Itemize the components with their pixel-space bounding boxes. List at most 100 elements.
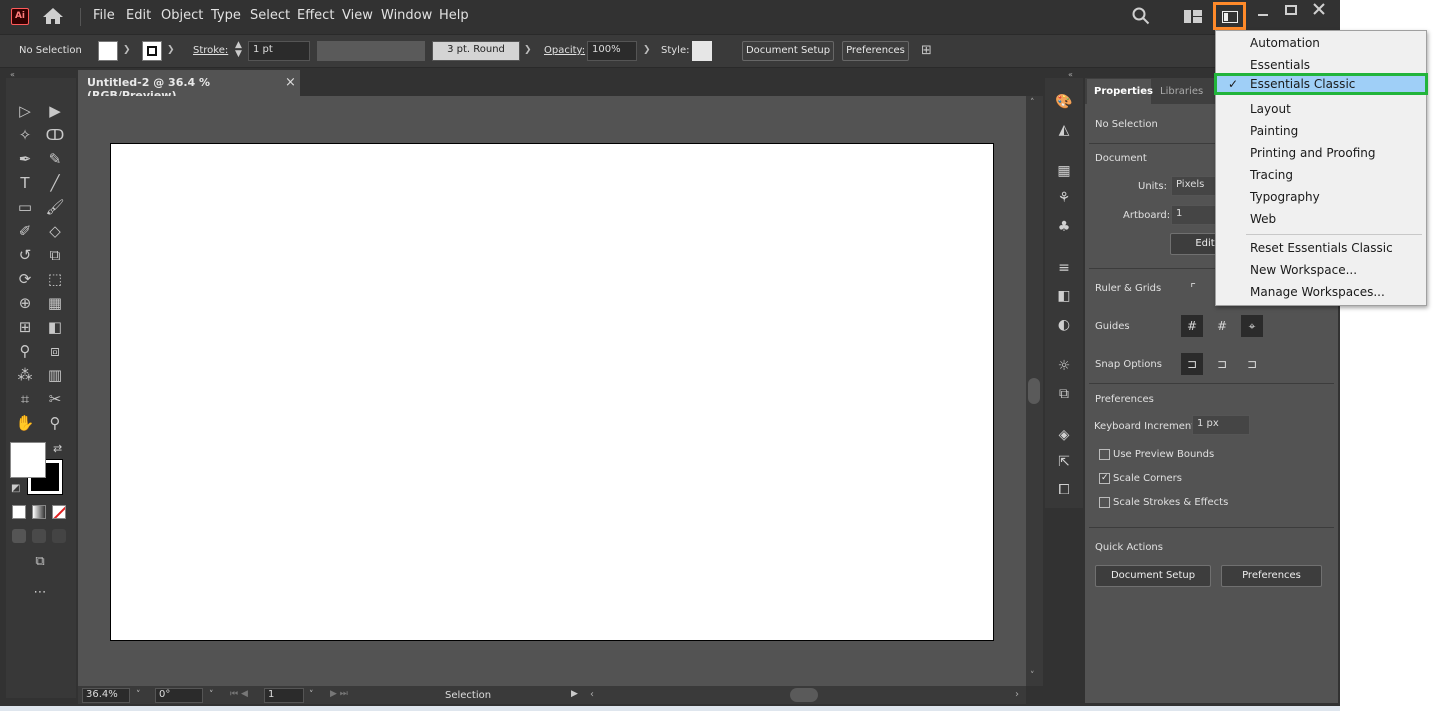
appearance-icon[interactable]: ☼ <box>1053 356 1075 376</box>
menu-effect[interactable]: Effect <box>297 8 334 23</box>
hand-tool-icon[interactable]: ✋ <box>14 412 36 434</box>
show-guides-icon[interactable]: # <box>1181 315 1203 337</box>
transparency-icon[interactable]: ◐ <box>1053 315 1075 335</box>
column-graph-tool-icon[interactable]: ▥ <box>44 364 66 386</box>
fill-color-front[interactable] <box>10 442 46 478</box>
asset-export-icon[interactable]: ⇱ <box>1053 452 1075 472</box>
scroll-down-icon[interactable]: ˅ <box>1030 671 1035 681</box>
workspace-item-web[interactable]: Web <box>1216 208 1426 230</box>
snap-to-glyph-icon[interactable]: ⊐ <box>1241 353 1263 375</box>
screen-mode-icon[interactable]: ⧉ <box>29 551 51 573</box>
edit-toolbar-icon[interactable]: ⋯ <box>29 582 51 604</box>
workspace-switcher-button[interactable] <box>1213 2 1246 30</box>
horizontal-scroll-thumb[interactable] <box>790 688 818 702</box>
workspace-item-printing[interactable]: Printing and Proofing <box>1216 142 1426 164</box>
chevron-down-icon[interactable]: ˅ <box>309 690 314 700</box>
menu-object[interactable]: Object <box>161 8 203 23</box>
type-tool-icon[interactable]: T <box>14 172 36 194</box>
quick-preferences-button[interactable]: Preferences <box>1221 565 1322 587</box>
vertical-scrollbar[interactable]: ˄ ˅ <box>1026 96 1043 686</box>
paintbrush-tool-icon[interactable]: 🖌 <box>44 196 66 218</box>
current-tool-status[interactable]: Selection <box>445 690 491 701</box>
chevron-down-icon[interactable]: ˅ <box>209 690 214 700</box>
scroll-up-icon[interactable]: ˄ <box>1030 98 1035 108</box>
artboard-number-field[interactable]: 1 <box>264 688 304 703</box>
opacity-field[interactable]: 100% <box>587 41 637 61</box>
gradient-panel-icon[interactable]: ◧ <box>1053 286 1075 306</box>
artboards-panel-icon[interactable]: ⧠ <box>1053 480 1075 500</box>
artboard[interactable] <box>110 143 994 641</box>
rotation-field[interactable]: 0° <box>155 688 203 703</box>
menu-edit[interactable]: Edit <box>126 8 151 23</box>
curvature-tool-icon[interactable]: ✎ <box>44 148 66 170</box>
smart-guides-icon[interactable]: ⌖ <box>1241 315 1263 337</box>
selection-tool-icon[interactable]: ▷ <box>14 100 36 122</box>
menu-view[interactable]: View <box>342 8 373 23</box>
tab-libraries[interactable]: Libraries <box>1160 86 1203 97</box>
workspace-item-typography[interactable]: Typography <box>1216 186 1426 208</box>
direct-selection-tool-icon[interactable]: ▶ <box>44 100 66 122</box>
status-menu-icon[interactable]: ▶ <box>571 689 578 699</box>
document-setup-button[interactable]: Document Setup <box>742 41 834 61</box>
scroll-thumb[interactable] <box>1028 378 1040 404</box>
quick-document-setup-button[interactable]: Document Setup <box>1095 565 1211 587</box>
zoom-tool-icon[interactable]: ⚲ <box>44 412 66 434</box>
tab-properties[interactable]: Properties <box>1094 86 1153 97</box>
lock-guides-icon[interactable]: # <box>1211 315 1233 337</box>
zoom-field[interactable]: 36.4% <box>82 688 130 703</box>
minimize-icon[interactable] <box>1257 9 1269 21</box>
artboard-tool-icon[interactable]: ⌗ <box>14 388 36 410</box>
pen-tool-icon[interactable]: ✒ <box>14 148 36 170</box>
snap-to-pixel-icon[interactable]: ⊐ <box>1211 353 1233 375</box>
draw-inside-icon[interactable] <box>52 529 66 543</box>
home-icon[interactable] <box>42 7 64 25</box>
manage-workspaces-item[interactable]: Manage Workspaces... <box>1216 281 1426 303</box>
stroke-panel-icon[interactable]: ≡ <box>1053 258 1075 278</box>
keyboard-increment-field[interactable]: 1 px <box>1192 415 1250 435</box>
chevron-down-icon[interactable]: ❯ <box>167 45 175 55</box>
workspace-item-essentials-classic[interactable]: ✓ Essentials Classic <box>1214 73 1428 95</box>
layers-icon[interactable]: ◈ <box>1053 425 1075 445</box>
lasso-tool-icon[interactable]: ↀ <box>44 124 66 146</box>
symbols-icon[interactable]: ♣ <box>1053 217 1075 237</box>
color-panel-icon[interactable]: 🎨 <box>1053 92 1075 112</box>
document-tab[interactable]: Untitled-2 @ 36.4 % (RGB/Preview) <box>78 70 300 102</box>
fill-swatch[interactable] <box>98 41 118 61</box>
menu-type[interactable]: Type <box>211 8 241 23</box>
show-rulers-icon[interactable]: ⌜ <box>1182 277 1204 299</box>
draw-behind-icon[interactable] <box>32 529 46 543</box>
stroke-label[interactable]: Stroke: <box>193 45 228 56</box>
line-tool-icon[interactable]: ╱ <box>44 172 66 194</box>
brushes-icon[interactable]: ⚘ <box>1053 188 1075 208</box>
preferences-button[interactable]: Preferences <box>842 41 909 61</box>
scroll-right-icon[interactable]: › <box>1015 689 1019 700</box>
scroll-left-icon[interactable]: ‹ <box>590 689 594 700</box>
chevron-right-icon[interactable]: ❯ <box>643 45 651 55</box>
stroke-swatch[interactable] <box>142 41 162 61</box>
new-workspace-item[interactable]: New Workspace... <box>1216 259 1426 281</box>
menu-select[interactable]: Select <box>250 8 290 23</box>
rectangle-tool-icon[interactable]: ▭ <box>14 196 36 218</box>
stepper-icon[interactable]: ▲ ▼ <box>235 41 242 59</box>
swap-colors-icon[interactable]: ⇄ <box>53 442 62 455</box>
perspective-grid-tool-icon[interactable]: ▦ <box>44 292 66 314</box>
snap-to-point-icon[interactable]: ⊐ <box>1181 353 1203 375</box>
chevron-down-icon[interactable]: ˅ <box>136 690 141 700</box>
blend-tool-icon[interactable]: ⧈ <box>44 340 66 362</box>
scale-tool-icon[interactable]: ⧉ <box>44 244 66 266</box>
menu-help[interactable]: Help <box>439 8 469 23</box>
eyedropper-tool-icon[interactable]: ⚲ <box>14 340 36 362</box>
default-colors-icon[interactable]: ◩ <box>11 483 20 494</box>
scale-strokes-checkbox[interactable] <box>1099 497 1110 508</box>
eraser-tool-icon[interactable]: ◇ <box>44 220 66 242</box>
shaper-tool-icon[interactable]: ✐ <box>14 220 36 242</box>
workspace-item-layout[interactable]: Layout <box>1216 98 1426 120</box>
scale-corners-checkbox[interactable] <box>1099 473 1110 484</box>
gradient-mode-icon[interactable] <box>32 505 46 519</box>
graphic-styles-icon[interactable]: ⧉ <box>1053 384 1075 404</box>
slice-tool-icon[interactable]: ✂ <box>44 388 66 410</box>
gradient-tool-icon[interactable]: ◧ <box>44 316 66 338</box>
brush-definition-field[interactable]: 3 pt. Round <box>432 41 520 61</box>
swatches-icon[interactable]: ▦ <box>1053 161 1075 181</box>
chevron-down-icon[interactable]: ❯ <box>123 45 131 55</box>
